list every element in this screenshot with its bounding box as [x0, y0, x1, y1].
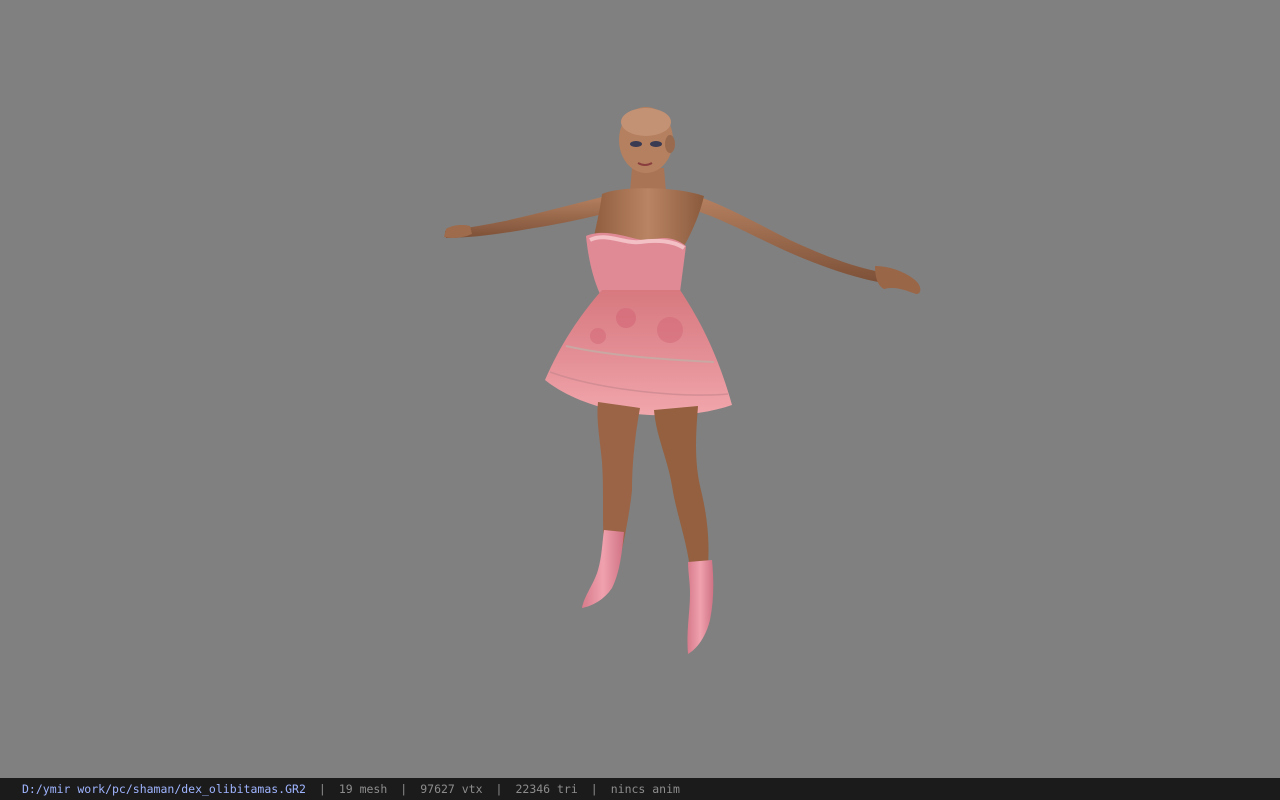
skirt: [545, 290, 732, 416]
status-bar: D:/ymir work/pc/shaman/dex_olibitamas.GR…: [0, 778, 1280, 800]
triangle-count: 22346 tri: [515, 782, 578, 796]
right-hand: [875, 266, 921, 294]
3d-viewport[interactable]: [0, 0, 1280, 778]
right-leg: [654, 406, 709, 568]
mesh-count: 19 mesh: [338, 782, 388, 796]
vertex-count: 97627 vtx: [420, 782, 483, 796]
left-boot: [582, 530, 624, 608]
separator: |: [400, 782, 408, 796]
separator: |: [590, 782, 598, 796]
separator: |: [318, 782, 326, 796]
file-path-label: D:/ymir work/pc/shaman/dex_olibitamas.GR…: [22, 782, 306, 796]
left-leg: [597, 402, 640, 550]
right-boot: [687, 560, 714, 654]
separator: |: [495, 782, 503, 796]
right-arm: [694, 197, 880, 282]
animation-status: nincs anim: [610, 782, 680, 796]
character-model: [444, 107, 921, 654]
